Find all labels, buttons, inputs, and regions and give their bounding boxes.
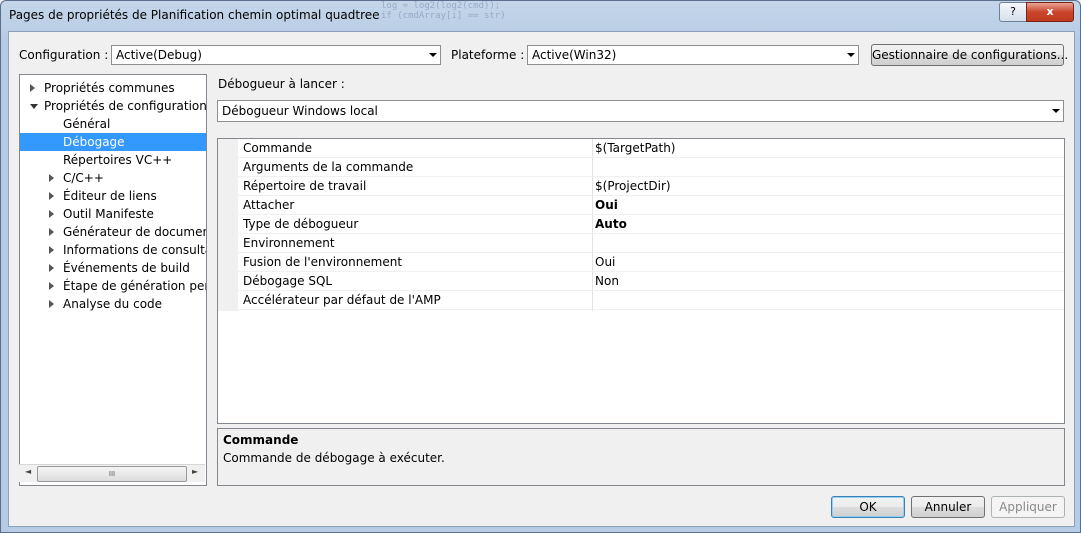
tree-item[interactable]: Propriétés de configuration — [20, 97, 206, 115]
chevron-down-icon — [429, 53, 437, 57]
help-button[interactable]: ? — [999, 2, 1027, 22]
tree-item-label: Informations de consultati — [63, 243, 207, 257]
help-icon: ? — [1010, 5, 1016, 18]
collapsed-arrow-icon[interactable] — [49, 246, 54, 254]
tree-item-label: Générateur de document X — [63, 225, 206, 239]
property-name: Arguments de la commande — [243, 160, 414, 174]
platform-dropdown[interactable]: Active(Win32) — [527, 45, 859, 65]
property-name: Commande — [243, 141, 313, 155]
configuration-value: Active(Debug) — [116, 48, 202, 62]
collapsed-arrow-icon[interactable] — [30, 84, 35, 92]
scroll-right-icon[interactable]: ► — [192, 467, 198, 476]
collapsed-arrow-icon[interactable] — [49, 192, 54, 200]
platform-value: Active(Win32) — [532, 48, 617, 62]
tree-item[interactable]: Générateur de document X — [20, 223, 206, 241]
expanded-arrow-icon[interactable] — [30, 104, 38, 109]
dialog-window: log = log2(log2(cmd)); if (cmdArray[i] =… — [0, 0, 1081, 533]
tree-item-label: Propriétés de configuration — [44, 99, 207, 113]
bg-code-line: if (cmdArray[i] == str) — [381, 11, 506, 21]
collapsed-arrow-icon[interactable] — [49, 282, 54, 290]
property-name: Fusion de l'environnement — [243, 255, 403, 269]
tree-item-label: Événements de build — [63, 261, 190, 275]
property-value[interactable]: Auto — [595, 215, 627, 234]
platform-label: Plateforme : — [451, 48, 525, 62]
description-panel: Commande Commande de débogage à exécuter… — [217, 428, 1065, 486]
property-name: Accélérateur par défaut de l'AMP — [243, 293, 441, 307]
close-button[interactable]: x — [1026, 2, 1074, 22]
property-value[interactable]: $(TargetPath) — [595, 139, 675, 158]
apply-button[interactable]: Appliquer — [991, 496, 1065, 518]
tree-item[interactable]: Débogage — [20, 133, 206, 151]
tree-item[interactable]: Répertoires VC++ — [20, 151, 206, 169]
property-grid: Commande $(TargetPath) Arguments de la com… — [217, 138, 1065, 424]
title-bar[interactable]: log = log2(log2(cmd)); if (cmdArray[i] =… — [1, 1, 1080, 31]
property-name: Répertoire de travail — [243, 179, 367, 193]
debugger-dropdown[interactable]: Débogueur Windows local — [217, 100, 1064, 122]
property-row[interactable]: Arguments de la commande — [218, 158, 1064, 177]
description-text: Commande de débogage à exécuter. — [223, 451, 445, 465]
property-name: Type de débogueur — [243, 217, 359, 231]
tree-item[interactable]: Informations de consultati — [20, 241, 206, 259]
collapsed-arrow-icon[interactable] — [49, 174, 54, 182]
tree-item[interactable]: C/C++ — [20, 169, 206, 187]
property-row[interactable]: Répertoire de travail $(ProjectDir) — [218, 177, 1064, 196]
scroll-left-icon[interactable]: ◄ — [25, 467, 31, 476]
scroll-thumb[interactable]: III — [37, 466, 187, 482]
tree-item[interactable]: Outil Manifeste — [20, 205, 206, 223]
collapsed-arrow-icon[interactable] — [49, 300, 54, 308]
description-title: Commande — [223, 433, 299, 447]
tree-item-label: Général — [63, 117, 111, 131]
property-name: Attacher — [243, 198, 295, 212]
property-row[interactable]: Débogage SQL Non — [218, 272, 1064, 291]
tree-item-label: C/C++ — [63, 171, 104, 185]
property-value[interactable]: Non — [595, 272, 619, 291]
bg-code-line: log = log2(log2(cmd)); — [381, 1, 501, 11]
property-row[interactable]: Environnement — [218, 234, 1064, 253]
property-row[interactable]: Type de débogueur Auto — [218, 215, 1064, 234]
tree-horizontal-scrollbar[interactable]: ◄ III ► — [19, 464, 205, 482]
tree-item-label: Éditeur de liens — [63, 189, 157, 203]
ok-button[interactable]: OK — [831, 496, 905, 518]
background-code-snippet: log = log2(log2(cmd)); if (cmdArray[i] =… — [381, 1, 506, 21]
collapsed-arrow-icon[interactable] — [49, 264, 54, 272]
property-row[interactable]: Attacher Oui — [218, 196, 1064, 215]
tree-item[interactable]: Éditeur de liens — [20, 187, 206, 205]
property-tree[interactable]: Propriétés communes Propriétés de configu… — [19, 74, 207, 486]
configuration-manager-button[interactable]: Gestionnaire de configurations... — [871, 44, 1068, 66]
tree-item[interactable]: Analyse du code — [20, 295, 206, 313]
configuration-dropdown[interactable]: Active(Debug) — [111, 45, 441, 65]
property-value[interactable]: Oui — [595, 196, 618, 215]
tree-item[interactable]: Propriétés communes — [20, 79, 206, 97]
property-value[interactable]: Oui — [595, 253, 615, 272]
cancel-button[interactable]: Annuler — [911, 496, 985, 518]
tree-item[interactable]: Général — [20, 115, 206, 133]
window-title: Pages de propriétés de Planification che… — [9, 8, 380, 22]
property-name: Débogage SQL — [243, 274, 333, 288]
tree-item-label: Propriétés communes — [44, 81, 175, 95]
configuration-label: Configuration : — [19, 48, 109, 62]
tree-item-label: Étape de génération perso — [63, 279, 207, 293]
tree-item[interactable]: Événements de build — [20, 259, 206, 277]
row-separator — [238, 309, 1064, 310]
close-icon: x — [1046, 5, 1054, 18]
chevron-down-icon — [1052, 109, 1060, 113]
property-value[interactable]: $(ProjectDir) — [595, 177, 671, 196]
tree-item-label: Débogage — [63, 135, 125, 149]
tree-item-label: Outil Manifeste — [63, 207, 154, 221]
tree-item-label: Analyse du code — [63, 297, 163, 311]
property-row[interactable]: Commande $(TargetPath) — [218, 139, 1064, 158]
property-row[interactable]: Accélérateur par défaut de l'AMP — [218, 291, 1064, 310]
property-name: Environnement — [243, 236, 335, 250]
tree-item[interactable]: Étape de génération perso — [20, 277, 206, 295]
collapsed-arrow-icon[interactable] — [49, 228, 54, 236]
scroll-grip-icon: III — [108, 470, 116, 478]
debugger-value: Débogueur Windows local — [222, 104, 378, 118]
debugger-label: Débogueur à lancer : — [218, 77, 345, 91]
dialog-client-area: Configuration : Active(Debug) Plateforme… — [8, 31, 1075, 527]
property-row[interactable]: Fusion de l'environnement Oui — [218, 253, 1064, 272]
tree-item-label: Répertoires VC++ — [63, 153, 173, 167]
chevron-down-icon — [847, 53, 855, 57]
collapsed-arrow-icon[interactable] — [49, 210, 54, 218]
